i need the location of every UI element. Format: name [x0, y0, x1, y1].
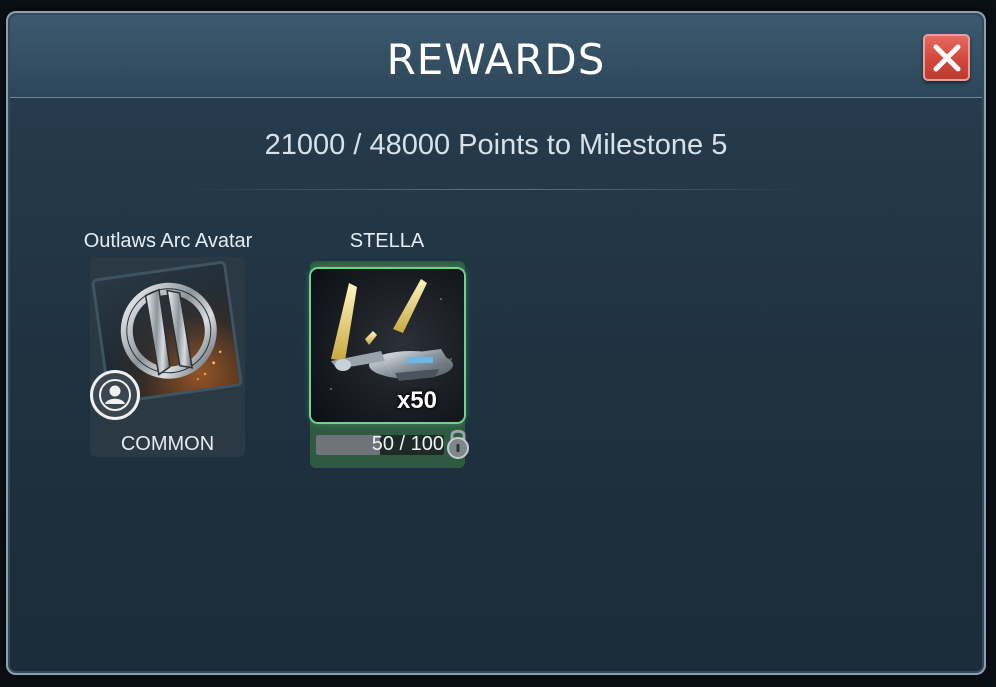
dialog-header: REWARDS [10, 15, 982, 98]
reward-card-avatar[interactable]: COMMON [90, 257, 245, 457]
reward-card-ship[interactable]: x50 50 / 100 [310, 261, 469, 468]
person-icon [99, 379, 131, 411]
lock-icon [445, 427, 471, 459]
close-x-icon [933, 44, 960, 71]
rarity-label: COMMON [120, 433, 215, 455]
milestone-progress-text: 21000 / 48000 Points to Milestone 5 [264, 129, 728, 161]
shard-progress-text: 50 / 100 [371, 433, 444, 455]
reward-title-ship: STELLA [349, 230, 425, 252]
divider [176, 189, 816, 190]
dialog-title: REWARDS [386, 35, 606, 84]
rewards-dialog: REWARDS 21000 / 48000 Points to Mileston… [6, 11, 986, 675]
avatar-badge [90, 370, 140, 420]
reward-quantity: x50 [396, 387, 437, 414]
reward-title-avatar: Outlaws Arc Avatar [83, 230, 253, 252]
close-button[interactable] [923, 34, 970, 81]
